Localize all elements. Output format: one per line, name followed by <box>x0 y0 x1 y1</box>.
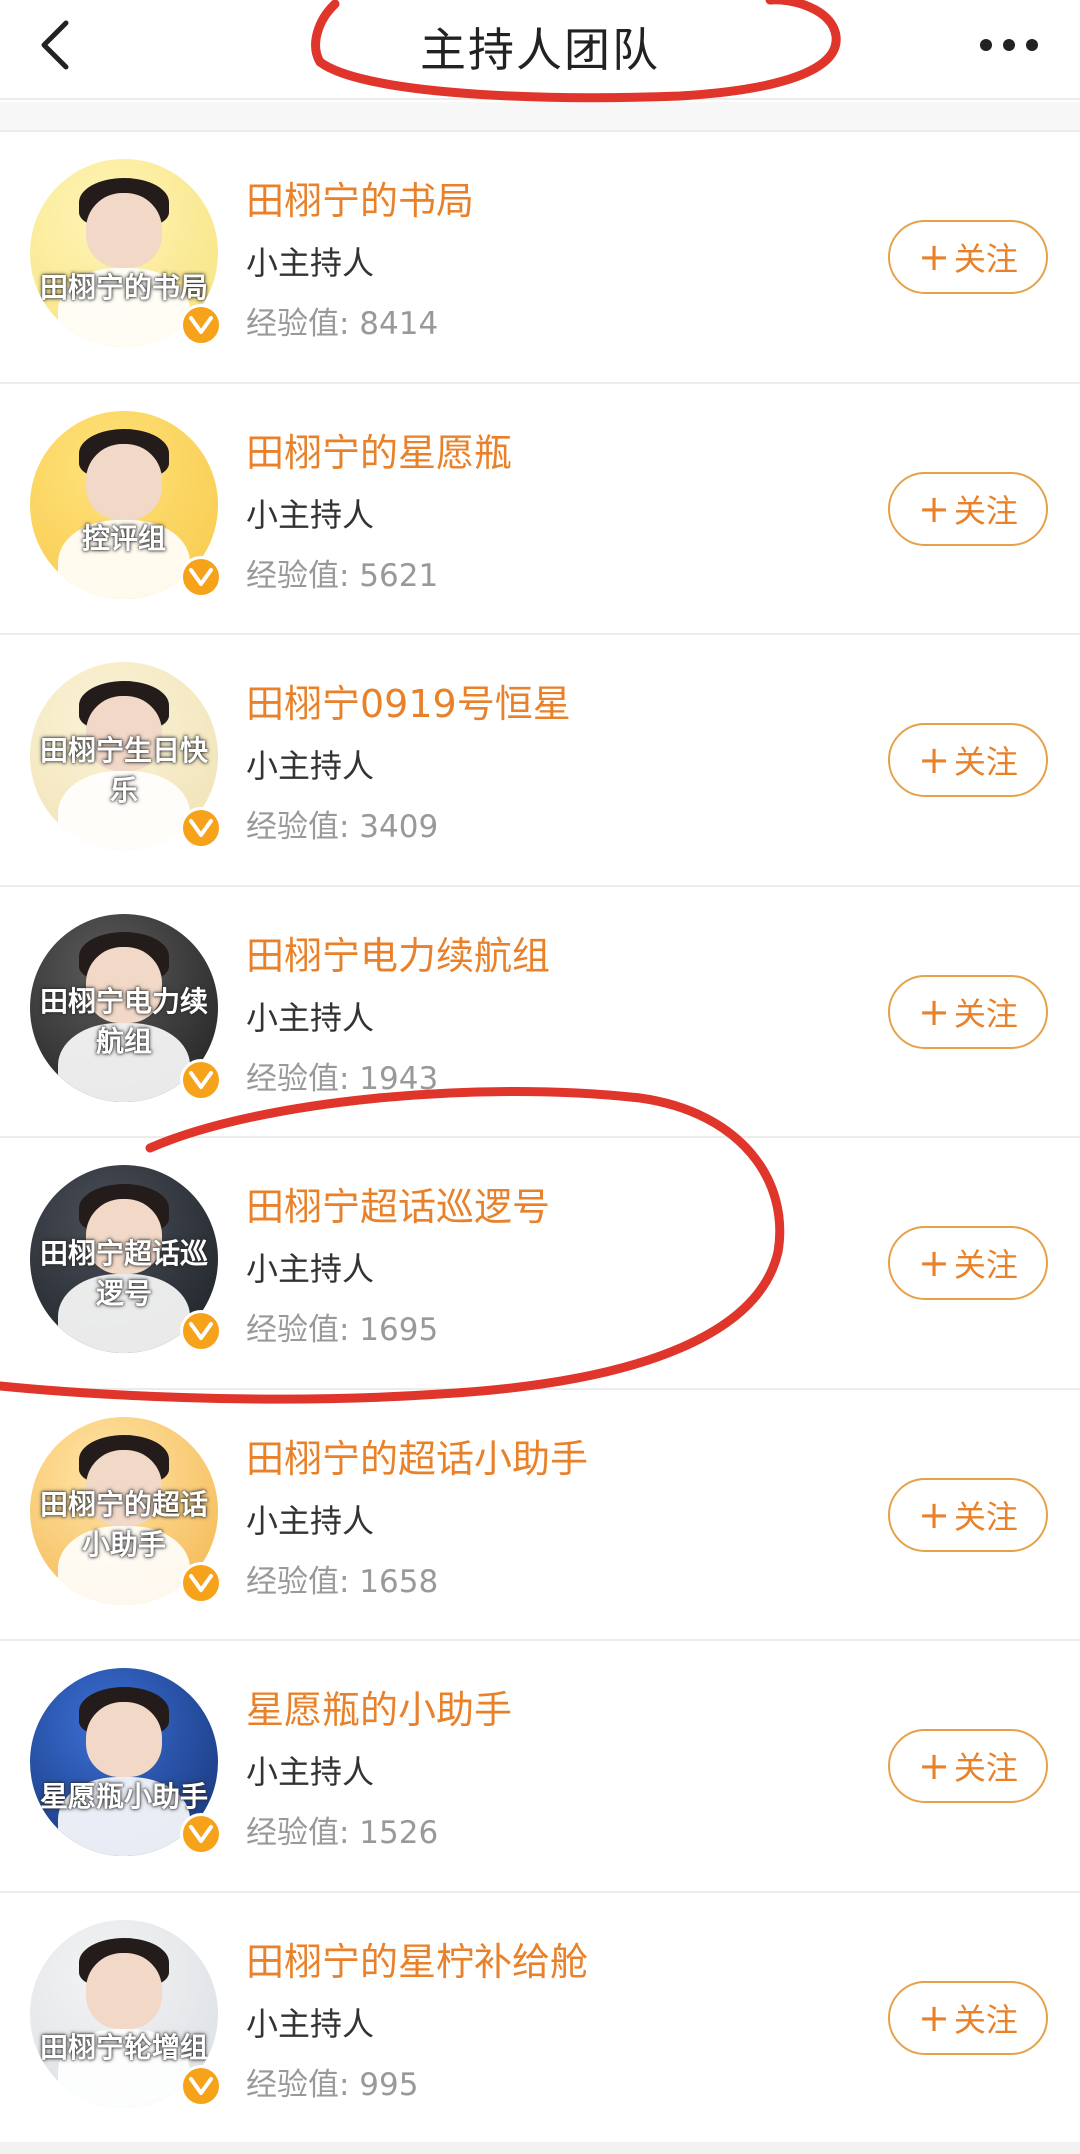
host-exp: 经验值: 8414 <box>246 306 439 342</box>
host-exp: 经验值: 1658 <box>246 1563 439 1600</box>
verified-badge-icon <box>180 1561 222 1604</box>
verified-badge-icon <box>180 555 222 598</box>
app-root: 主持人团队 田栩宁的书局 田栩宁的书局 小主持人 经验值: 8414 + 关注 <box>0 0 1080 2154</box>
host-name[interactable]: 田栩宁的星柠补给舱 <box>246 1931 588 1986</box>
follow-button[interactable]: + 关注 <box>888 1980 1048 2055</box>
host-role: 小主持人 <box>246 2004 375 2043</box>
nav-header: 主持人团队 <box>0 0 1080 100</box>
host-role: 小主持人 <box>246 998 375 1037</box>
follow-button[interactable]: + 关注 <box>888 1729 1048 1803</box>
host-role: 小主持人 <box>246 244 375 282</box>
bottom-bar <box>0 2142 1080 2154</box>
host-name[interactable]: 田栩宁超话巡逻号 <box>246 1176 550 1231</box>
host-exp: 经验值: 1695 <box>246 1312 439 1348</box>
avatar-caption: 田栩宁电力续航组 <box>39 985 208 1059</box>
follow-label: 关注 <box>953 2000 1018 2039</box>
avatar-caption: 田栩宁的超话小助手 <box>39 1488 208 1562</box>
host-row[interactable]: 控评组 田栩宁的星愿瓶 小主持人 经验值: 5621 + 关注 <box>0 383 1080 635</box>
follow-label: 关注 <box>953 743 1018 781</box>
host-role: 小主持人 <box>246 1753 375 1791</box>
host-row[interactable]: 田栩宁的超话小助手 田栩宁的超话小助手 小主持人 经验值: 1658 + 关注 <box>0 1389 1080 1641</box>
avatar-caption: 星愿瓶小助手 <box>39 1779 208 1813</box>
host-role: 小主持人 <box>246 495 375 534</box>
follow-button[interactable]: + 关注 <box>888 1226 1048 1300</box>
verified-badge-icon <box>180 1058 222 1101</box>
host-exp: 经验值: 995 <box>246 2066 419 2103</box>
host-row[interactable]: 田栩宁的书局 田栩宁的书局 小主持人 经验值: 8414 + 关注 <box>0 132 1080 384</box>
host-row[interactable]: 田栩宁超话巡逻号 田栩宁超话巡逻号 小主持人 经验值: 1695 + 关注 <box>0 1138 1080 1390</box>
plus-icon: + <box>918 1241 950 1285</box>
follow-label: 关注 <box>953 1749 1018 1787</box>
host-exp: 经验值: 1526 <box>246 1815 439 1851</box>
verified-badge-icon <box>180 2064 222 2107</box>
host-list: 田栩宁的书局 田栩宁的书局 小主持人 经验值: 8414 + 关注 控评组 田栩… <box>0 132 1080 2144</box>
host-row[interactable]: 田栩宁轮增组 田栩宁的星柠补给舱 小主持人 经验值: 995 + 关注 <box>0 1892 1080 2144</box>
host-row[interactable]: 田栩宁生日快乐 田栩宁0919号恒星 小主持人 经验值: 3409 + 关注 <box>0 635 1080 887</box>
follow-label: 关注 <box>953 1246 1018 1284</box>
follow-label: 关注 <box>953 240 1018 278</box>
follow-button[interactable]: + 关注 <box>888 974 1048 1049</box>
avatar-face <box>86 1953 162 2029</box>
host-role: 小主持人 <box>246 1250 375 1288</box>
host-name[interactable]: 田栩宁的超话小助手 <box>246 1428 588 1483</box>
plus-icon: + <box>918 1492 950 1537</box>
list-top-gap <box>0 102 1080 132</box>
host-exp: 经验值: 1943 <box>246 1060 439 1097</box>
avatar-caption: 田栩宁超话巡逻号 <box>39 1236 208 1310</box>
host-exp: 经验值: 3409 <box>246 809 439 845</box>
more-dots-icon <box>980 39 1038 51</box>
follow-button[interactable]: + 关注 <box>888 220 1048 294</box>
avatar-face <box>86 1701 162 1778</box>
host-name[interactable]: 田栩宁的书局 <box>246 170 474 225</box>
host-name[interactable]: 星愿瓶的小助手 <box>246 1679 512 1734</box>
avatar-face <box>86 192 162 269</box>
follow-button[interactable]: + 关注 <box>888 471 1048 546</box>
host-exp: 经验值: 5621 <box>246 557 439 594</box>
more-button[interactable] <box>974 20 1044 70</box>
plus-icon: + <box>918 738 950 782</box>
follow-button[interactable]: + 关注 <box>888 723 1048 797</box>
verified-badge-icon <box>180 1310 222 1352</box>
host-role: 小主持人 <box>246 1501 375 1540</box>
follow-label: 关注 <box>953 1497 1018 1536</box>
avatar-caption: 田栩宁轮增组 <box>39 2031 208 2065</box>
verified-badge-icon <box>180 1813 222 1855</box>
avatar-caption: 田栩宁生日快乐 <box>39 733 208 807</box>
plus-icon: + <box>918 989 950 1034</box>
host-name[interactable]: 田栩宁电力续航组 <box>246 925 550 980</box>
host-name[interactable]: 田栩宁0919号恒星 <box>246 673 571 728</box>
avatar-caption: 田栩宁的书局 <box>39 270 208 304</box>
follow-button[interactable]: + 关注 <box>888 1477 1048 1552</box>
host-row[interactable]: 星愿瓶小助手 星愿瓶的小助手 小主持人 经验值: 1526 + 关注 <box>0 1641 1080 1893</box>
plus-icon: + <box>918 1995 950 2040</box>
avatar-face <box>86 444 162 520</box>
follow-label: 关注 <box>953 994 1018 1033</box>
host-name[interactable]: 田栩宁的星愿瓶 <box>246 422 512 477</box>
plus-icon: + <box>918 1744 950 1788</box>
verified-badge-icon <box>180 304 222 346</box>
plus-icon: + <box>918 486 950 531</box>
host-role: 小主持人 <box>246 747 375 785</box>
host-row[interactable]: 田栩宁电力续航组 田栩宁电力续航组 小主持人 经验值: 1943 + 关注 <box>0 886 1080 1138</box>
page-title: 主持人团队 <box>420 23 660 77</box>
follow-label: 关注 <box>953 491 1018 530</box>
avatar-caption: 控评组 <box>81 522 166 556</box>
plus-icon: + <box>918 235 950 279</box>
verified-badge-icon <box>180 807 222 849</box>
